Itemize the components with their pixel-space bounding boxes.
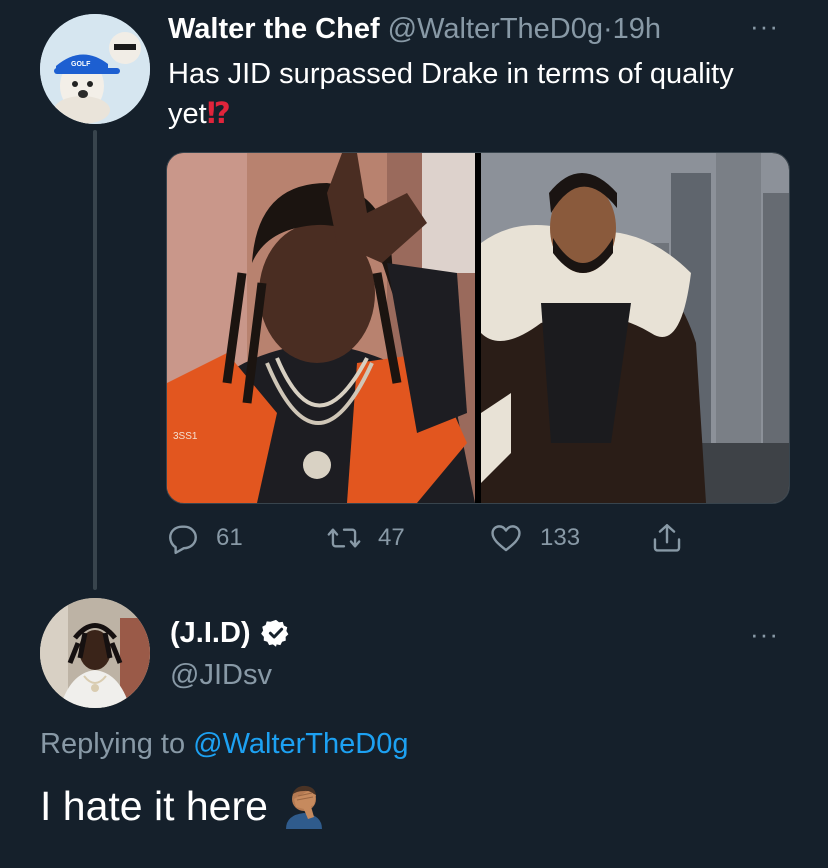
author-handle[interactable]: @WalterTheD0g: [388, 13, 603, 45]
photo-drake[interactable]: [481, 153, 789, 503]
separator-dot: ·: [603, 13, 613, 45]
more-options-icon[interactable]: ···: [750, 13, 779, 39]
tweet-media-grid[interactable]: 3SS1: [166, 152, 790, 504]
dog-avatar-icon: GOLF: [40, 14, 150, 124]
replying-to-mention[interactable]: @WalterTheD0g: [193, 728, 408, 760]
cap-text: GOLF: [71, 61, 91, 68]
share-icon: [653, 524, 681, 552]
replying-to-prefix: Replying to: [40, 728, 186, 760]
heart-icon: [491, 525, 521, 552]
tweet-text: Has JID surpassed Drake in terms of qual…: [168, 54, 788, 134]
like-action[interactable]: 133: [488, 518, 580, 558]
tweet-header: Walter the Chef @WalterTheD0g·19h: [168, 10, 661, 48]
reply-author-handle[interactable]: @JIDsv: [170, 656, 272, 694]
author-avatar[interactable]: GOLF: [40, 14, 150, 124]
retweet-icon: [327, 528, 361, 548]
reply-action[interactable]: 61: [166, 518, 243, 558]
share-action[interactable]: [650, 518, 684, 558]
verified-badge-icon: [260, 619, 288, 647]
reply-more-options-icon[interactable]: ···: [750, 621, 779, 647]
tweet-body: Has JID surpassed Drake in terms of qual…: [168, 58, 734, 130]
reply-icon: [169, 525, 197, 555]
retweet-count: 47: [378, 524, 405, 551]
face-palm-emoji-icon: [285, 785, 322, 829]
reply-count: 61: [216, 524, 243, 551]
reply-author-row: (J.I.D): [170, 614, 291, 652]
reply-body: I hate it here: [40, 783, 268, 829]
reply-author-avatar[interactable]: [40, 598, 150, 708]
reply-author-name[interactable]: (J.I.D): [170, 614, 251, 652]
thread-connector-line: [93, 130, 97, 590]
photo-sign-text: 3SS1: [173, 431, 198, 442]
author-name[interactable]: Walter the Chef: [168, 13, 380, 45]
reply-text: I hate it here: [40, 780, 326, 832]
jid-avatar-icon: [40, 598, 150, 708]
exclamation-question-emoji: ⁉: [206, 98, 231, 130]
replying-to-line: Replying to @WalterTheD0g: [40, 724, 408, 764]
tweet-time[interactable]: 19h: [613, 13, 661, 45]
retweet-action[interactable]: 47: [326, 518, 405, 558]
photo-jid[interactable]: 3SS1: [167, 153, 475, 503]
like-count: 133: [540, 524, 581, 551]
